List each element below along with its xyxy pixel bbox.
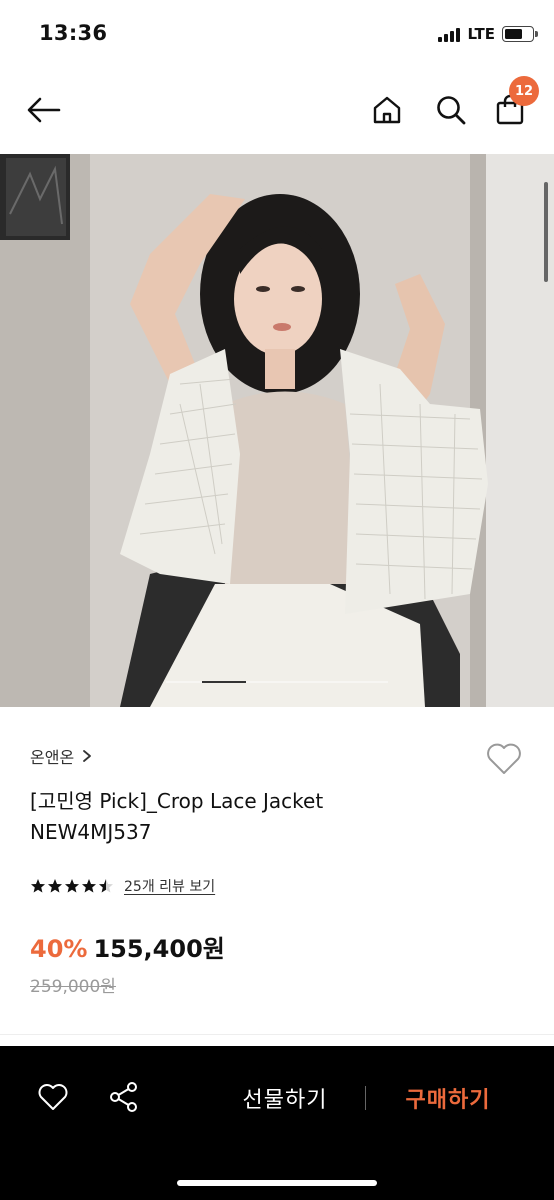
product-detail-page: 13:36 LTE 12 온앤온 [고민영 Pick]_Crop Lace Ja… <box>0 0 554 1200</box>
original-price: 259,000원 <box>30 977 116 997</box>
brand-name: 온앤온 <box>30 748 75 767</box>
arrow-left-icon <box>27 97 61 123</box>
back-button[interactable] <box>22 88 66 132</box>
battery-level <box>505 29 522 39</box>
star-icon <box>99 879 113 893</box>
home-indicator[interactable] <box>177 1180 377 1186</box>
section-divider <box>0 1034 554 1035</box>
price-row: 40% 155,400원 <box>30 929 225 964</box>
heart-icon <box>38 1084 68 1110</box>
product-image-carousel[interactable] <box>0 154 554 707</box>
review-link[interactable]: 25개 리뷰 보기 <box>124 876 215 896</box>
share-icon <box>110 1082 137 1112</box>
image-slider-thumb <box>201 681 246 683</box>
top-nav-bar <box>0 66 554 154</box>
star-rating <box>30 878 114 894</box>
product-title: [고민영 Pick]_Crop Lace Jacket NEW4MJ537 <box>30 786 490 848</box>
network-label: LTE <box>467 25 495 43</box>
discount-rate: 40% <box>30 935 88 963</box>
star-icon <box>31 879 45 893</box>
star-icon <box>82 879 96 893</box>
battery-icon <box>502 26 538 42</box>
cart-count-badge: 12 <box>509 76 539 106</box>
buy-button[interactable]: 구매하기 <box>388 1076 508 1120</box>
bottom-action-bar: 선물하기 구매하기 <box>0 1046 554 1200</box>
home-button[interactable] <box>365 88 409 132</box>
product-title-line2: NEW4MJ537 <box>30 820 152 844</box>
rating-row: 25개 리뷰 보기 <box>30 876 215 896</box>
page-scrollbar[interactable] <box>544 182 548 282</box>
bottom-wishlist-button[interactable] <box>33 1077 73 1117</box>
status-bar: 13:36 LTE <box>0 0 554 66</box>
heart-outline-icon <box>487 743 521 774</box>
product-title-line1: [고민영 Pick]_Crop Lace Jacket <box>30 789 324 813</box>
signal-icon <box>438 26 461 42</box>
star-icon <box>48 879 62 893</box>
home-icon <box>373 96 401 124</box>
wishlist-button[interactable] <box>484 739 524 779</box>
image-slider-track <box>166 681 388 683</box>
sale-price: 155,400원 <box>93 935 225 963</box>
search-icon <box>437 96 466 125</box>
gift-button[interactable]: 선물하기 <box>225 1076 345 1120</box>
chevron-right-icon <box>83 750 92 762</box>
brand-link[interactable]: 온앤온 <box>30 744 92 768</box>
action-divider <box>365 1086 366 1110</box>
star-icon <box>65 879 79 893</box>
share-button[interactable] <box>104 1077 144 1117</box>
search-button[interactable] <box>429 88 473 132</box>
status-time: 13:36 <box>39 21 108 45</box>
product-photo <box>0 154 554 707</box>
status-indicators: LTE <box>438 23 538 45</box>
